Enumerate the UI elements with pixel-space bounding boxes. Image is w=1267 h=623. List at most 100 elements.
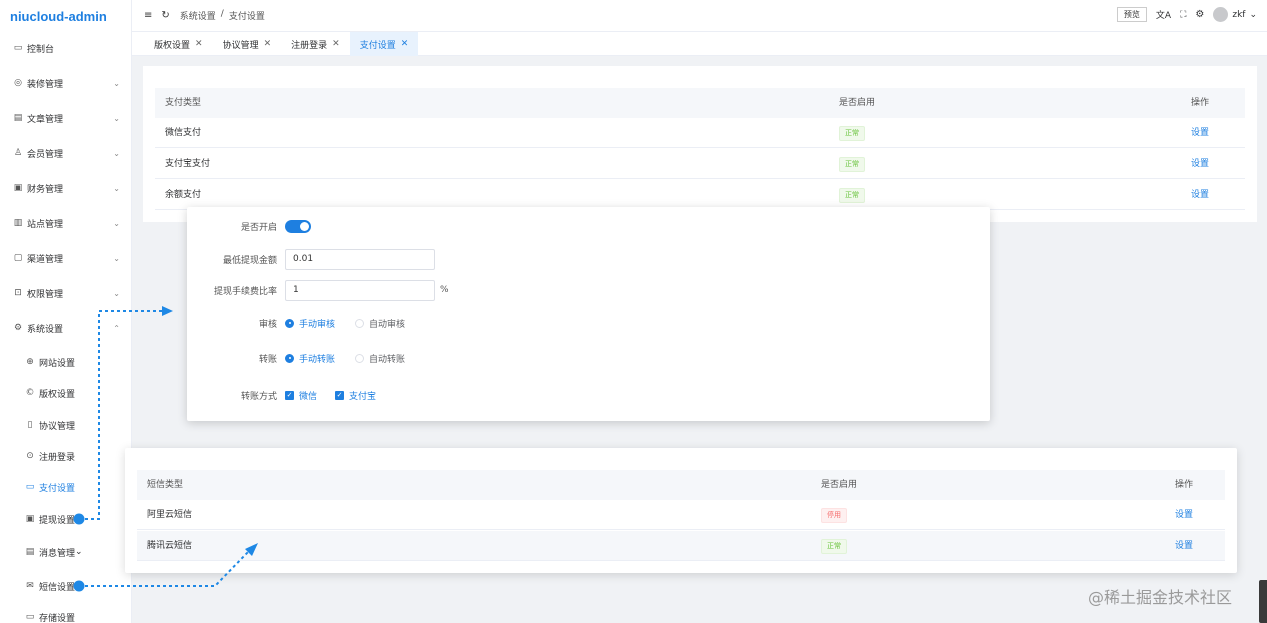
chevron-down-icon: ⌄ bbox=[1249, 9, 1257, 20]
user-menu[interactable]: zkf ⌄ bbox=[1213, 7, 1257, 22]
side-widget-handle[interactable] bbox=[1259, 580, 1267, 623]
enable-switch[interactable] bbox=[285, 219, 311, 233]
status-badge-text: 正常 bbox=[839, 126, 865, 141]
payment-type: 余额支付 bbox=[165, 190, 202, 200]
chevron-down-icon: ⌄ bbox=[113, 183, 120, 193]
sidebar-item-label: 装修管理 bbox=[27, 79, 64, 90]
refresh-icon[interactable]: ↻ bbox=[161, 10, 169, 21]
sidebar-item-system[interactable]: ⚙ 系统设置 ⌃ bbox=[0, 318, 132, 338]
settings-link[interactable]: 设置 bbox=[1175, 500, 1193, 530]
sidebar-item-label: 站点管理 bbox=[27, 219, 64, 230]
sidebar-item-agreement[interactable]: ▯ 协议管理 bbox=[0, 415, 132, 435]
sidebar-item-label: 权限管理 bbox=[27, 289, 64, 300]
close-icon[interactable]: ✕ bbox=[401, 39, 409, 49]
form-row-fee-rate: 提现手续费比率 1 % bbox=[187, 279, 449, 301]
form-row-enable: 是否开启 bbox=[187, 215, 311, 237]
radio-manual-transfer[interactable]: 手动转账 bbox=[285, 352, 335, 365]
fullscreen-icon[interactable]: ⛶ bbox=[1180, 10, 1186, 20]
radio-label: 手动审核 bbox=[299, 319, 336, 330]
checkbox-wechat[interactable]: ✓ 微信 bbox=[285, 389, 317, 402]
radio-dot bbox=[355, 318, 365, 328]
sidebar-item-payment[interactable]: ▭ 支付设置 bbox=[0, 477, 132, 497]
globe-icon: ⊕ bbox=[26, 357, 34, 367]
tab-label: 版权设置 bbox=[154, 40, 191, 51]
form-row-method: 转账方式 ✓ 微信 ✓ 支付宝 bbox=[187, 384, 394, 406]
sidebar-item-decoration[interactable]: ◎ 装修管理 ⌄ bbox=[0, 73, 132, 93]
status-badge-text: 正常 bbox=[839, 157, 865, 172]
sidebar-item-articles[interactable]: ▤ 文章管理 ⌄ bbox=[0, 108, 132, 128]
tab-register-login[interactable]: 注册登录 ✕ bbox=[281, 32, 350, 56]
app-logo[interactable]: niucloud-admin bbox=[0, 0, 131, 34]
sidebar-item-members[interactable]: ♙ 会员管理 ⌄ bbox=[0, 143, 132, 163]
chevron-down-icon: ⌄ bbox=[113, 218, 120, 228]
radio-label: 自动审核 bbox=[369, 319, 406, 330]
sidebar-item-sms[interactable]: ✉ 短信设置 bbox=[0, 576, 132, 596]
sidebar-item-label: 文章管理 bbox=[27, 114, 64, 125]
lock-icon: ⊡ bbox=[14, 288, 22, 298]
sidebar-item-label: 提现设置 bbox=[39, 515, 76, 526]
form-label: 是否开启 bbox=[240, 222, 277, 233]
sidebar-item-register-login[interactable]: ⊙ 注册登录 bbox=[0, 446, 132, 466]
sms-type: 阿里云短信 bbox=[147, 510, 193, 520]
settings-link[interactable]: 设置 bbox=[1175, 531, 1193, 561]
preview-button[interactable]: 预览 bbox=[1116, 7, 1147, 22]
settings-link[interactable]: 设置 bbox=[1191, 149, 1209, 179]
table-row: 微信支付 正常 设置 bbox=[155, 118, 1245, 148]
table-row: 腾讯云短信 正常 设置 bbox=[137, 531, 1225, 561]
breadcrumb-item[interactable]: 系统设置 bbox=[180, 9, 216, 22]
sidebar-item-finance[interactable]: ▣ 财务管理 ⌄ bbox=[0, 178, 132, 198]
menu-toggle-icon[interactable]: ≡ bbox=[144, 10, 152, 21]
card-icon: ▭ bbox=[25, 482, 35, 492]
tab-label: 协议管理 bbox=[222, 40, 259, 51]
sidebar-item-dashboard[interactable]: ▭ 控制台 bbox=[0, 38, 132, 58]
sidebar-item-permissions[interactable]: ⊡ 权限管理 ⌄ bbox=[0, 283, 132, 303]
sidebar-item-withdraw[interactable]: ▣ 提现设置 bbox=[0, 509, 132, 529]
chevron-down-icon: ⌄ bbox=[113, 288, 120, 298]
sidebar-item-channels[interactable]: ▢ 渠道管理 ⌄ bbox=[0, 248, 132, 268]
column-header: 短信类型 bbox=[147, 480, 184, 490]
form-label: 转账方式 bbox=[240, 391, 277, 402]
fee-rate-input[interactable]: 1 bbox=[285, 279, 435, 301]
check-icon: ✓ bbox=[285, 390, 294, 400]
folder-icon: ▭ bbox=[25, 612, 35, 622]
min-amount-input[interactable]: 0.01 bbox=[285, 248, 435, 270]
wallet-icon: ▣ bbox=[13, 183, 23, 193]
radio-manual-audit[interactable]: 手动审核 bbox=[285, 317, 335, 330]
settings-icon[interactable]: ⚙ bbox=[1195, 9, 1204, 20]
table-header: 短信类型 是否启用 操作 bbox=[137, 470, 1225, 500]
palette-icon: ◎ bbox=[14, 78, 22, 88]
chevron-up-icon: ⌃ bbox=[113, 323, 120, 333]
close-icon[interactable]: ✕ bbox=[264, 39, 272, 49]
close-icon[interactable]: ✕ bbox=[332, 39, 340, 49]
radio-dot bbox=[355, 353, 365, 363]
tab-payment[interactable]: 支付设置 ✕ bbox=[349, 32, 419, 56]
sidebar-item-label: 控制台 bbox=[27, 44, 55, 55]
close-icon[interactable]: ✕ bbox=[195, 39, 203, 49]
sidebar-item-label: 渠道管理 bbox=[27, 254, 64, 265]
user-circle-icon: ⊙ bbox=[26, 451, 34, 461]
tab-copyright[interactable]: 版权设置 ✕ bbox=[144, 32, 213, 56]
breadcrumb-item: 支付设置 bbox=[228, 12, 265, 22]
checkbox-alipay[interactable]: ✓ 支付宝 bbox=[335, 389, 376, 402]
sidebar-item-storage[interactable]: ▭ 存储设置 bbox=[0, 607, 132, 623]
radio-label: 自动转账 bbox=[369, 354, 406, 365]
table-row: 支付宝支付 正常 设置 bbox=[155, 149, 1245, 179]
settings-link[interactable]: 设置 bbox=[1191, 118, 1209, 148]
status-badge-text: 停用 bbox=[821, 508, 847, 523]
radio-auto-audit[interactable]: 自动审核 bbox=[355, 317, 405, 330]
sidebar-item-copyright[interactable]: © 版权设置 bbox=[0, 383, 132, 403]
sms-card: 短信类型 是否启用 操作 阿里云短信 停用 设置 腾讯云短信 正常 设置 bbox=[125, 448, 1237, 573]
radio-auto-transfer[interactable]: 自动转账 bbox=[355, 352, 405, 365]
language-icon[interactable]: 文A bbox=[1156, 8, 1171, 21]
sidebar-item-label: 财务管理 bbox=[27, 184, 64, 195]
form-row-transfer: 转账 手动转账 自动转账 bbox=[187, 347, 425, 369]
sidebar: niucloud-admin ▭ 控制台 ◎ 装修管理 ⌄ ▤ 文章管理 ⌄ ♙… bbox=[0, 0, 132, 623]
chevron-down-icon: ⌄ bbox=[113, 148, 120, 158]
settings-link[interactable]: 设置 bbox=[1191, 180, 1209, 210]
sidebar-item-sites[interactable]: ▥ 站点管理 ⌄ bbox=[0, 213, 132, 233]
form-row-min-amount: 最低提现金额 0.01 bbox=[187, 248, 435, 270]
sidebar-item-website[interactable]: ⊕ 网站设置 bbox=[0, 352, 132, 372]
tab-agreement[interactable]: 协议管理 ✕ bbox=[213, 32, 282, 56]
column-header: 是否启用 bbox=[821, 480, 858, 490]
sidebar-item-messages[interactable]: ▤ 消息管理 ⌄ bbox=[0, 542, 132, 562]
